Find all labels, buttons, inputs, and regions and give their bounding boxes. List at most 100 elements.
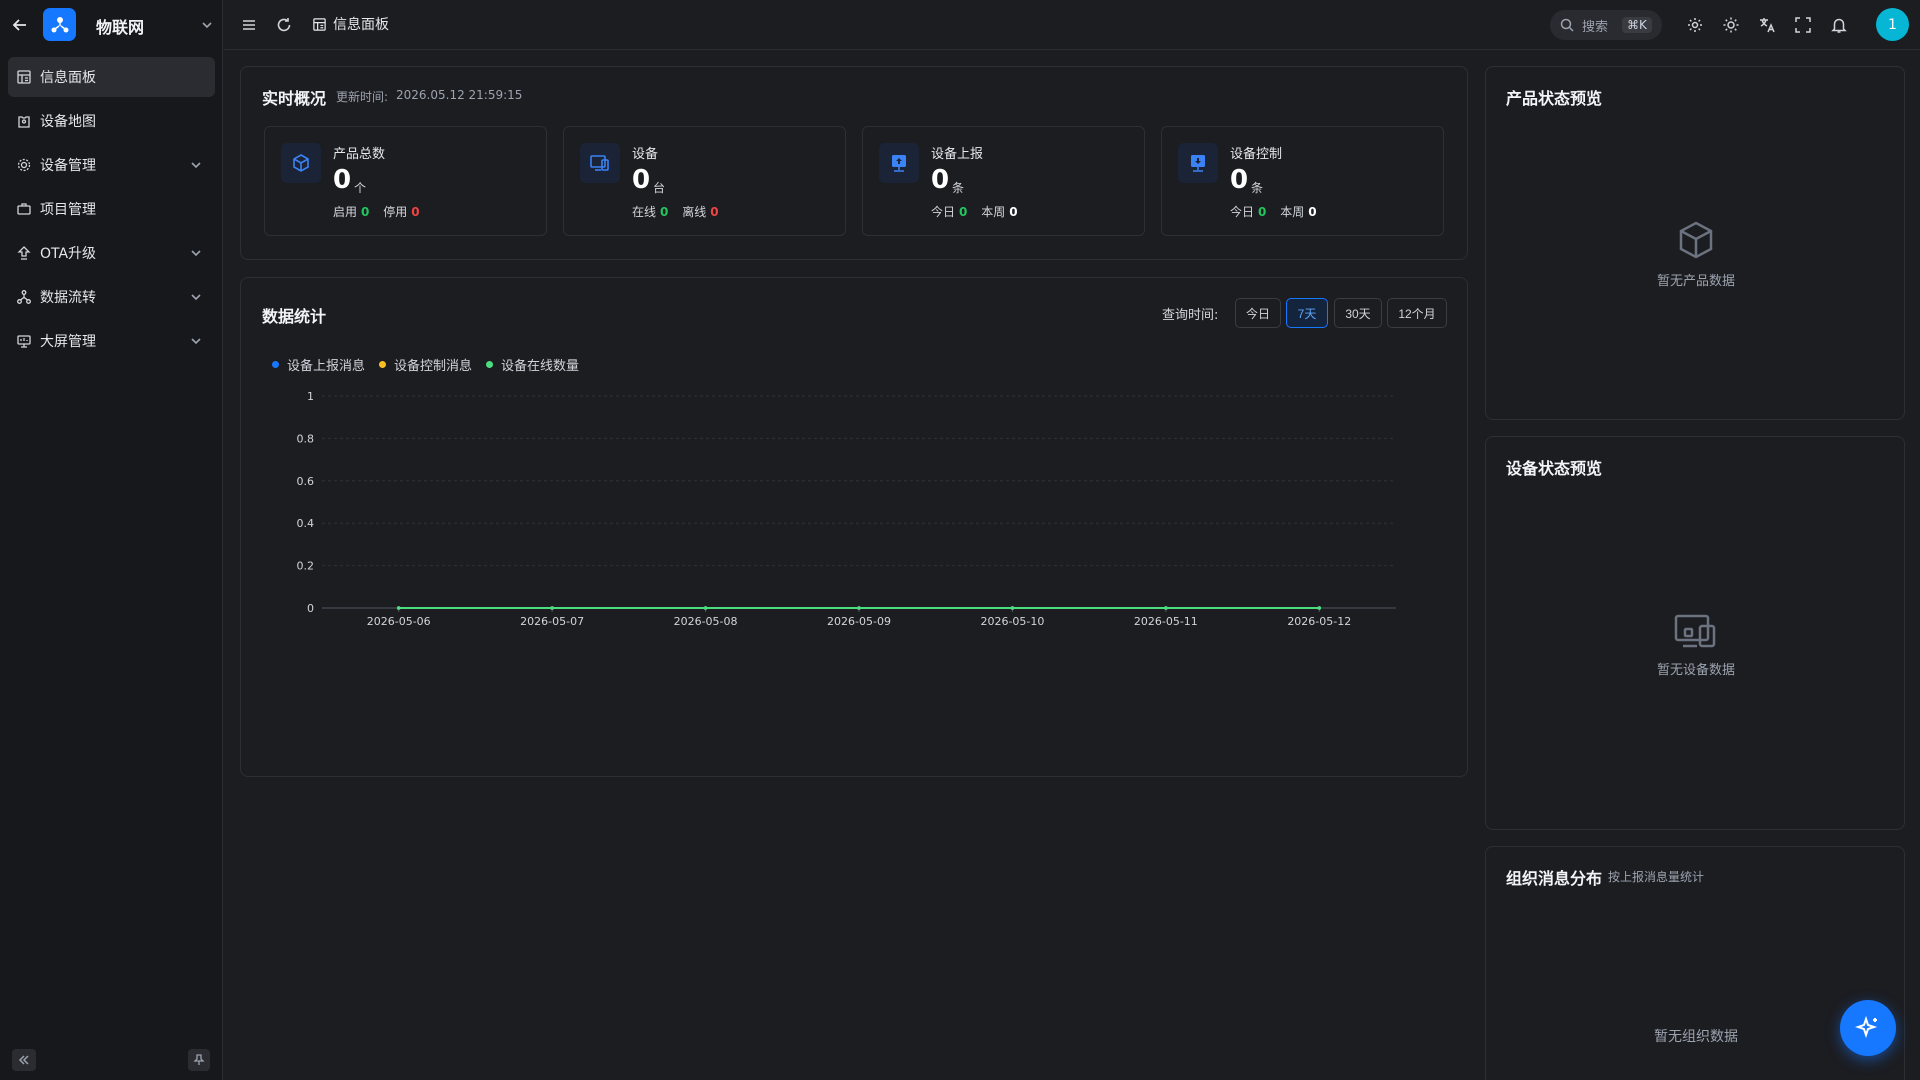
org-empty-text: 暂无组织数据 bbox=[1654, 1029, 1738, 1045]
device-gear-icon bbox=[17, 158, 31, 172]
range-label: 查询时间: bbox=[1162, 308, 1219, 323]
data-stats-title: 数据统计 bbox=[262, 307, 327, 326]
fullscreen-icon[interactable] bbox=[1794, 16, 1812, 34]
stat-sub2-value: 0 bbox=[1009, 205, 1018, 219]
x-tick-label: 2026-05-11 bbox=[1134, 615, 1198, 628]
y-tick-label: 1 bbox=[307, 390, 314, 403]
ai-assistant-button[interactable] bbox=[1840, 1000, 1896, 1056]
legend-item-reports[interactable]: 设备上报消息 bbox=[272, 355, 365, 374]
sidebar-item-device-map[interactable]: 设备地图 bbox=[8, 101, 215, 141]
briefcase-icon bbox=[17, 203, 31, 215]
stat-products[interactable]: 产品总数 0 个 启用 0 停用 0 bbox=[264, 126, 547, 236]
brand: 物联网 bbox=[0, 0, 223, 50]
settings-gear-icon[interactable] bbox=[1686, 16, 1704, 34]
sidebar-item-project-management[interactable]: 项目管理 bbox=[8, 189, 215, 229]
screen-icon bbox=[17, 335, 31, 348]
legend-item-control[interactable]: 设备控制消息 bbox=[379, 355, 472, 374]
sidebar-item-data-flow[interactable]: 数据流转 bbox=[8, 277, 215, 317]
stat-device-control[interactable]: 设备控制 0 条 今日 0 本周 0 bbox=[1161, 126, 1444, 236]
range-12m-button[interactable]: 12个月 bbox=[1387, 298, 1447, 328]
y-tick-label: 0.2 bbox=[297, 560, 315, 573]
breadcrumb: 信息面板 bbox=[312, 14, 389, 34]
legend-label: 设备控制消息 bbox=[394, 359, 473, 374]
sidebar-item-ota[interactable]: OTA升级 bbox=[8, 233, 215, 273]
org-messages-card: 组织消息分布 按上报消息量统计 暂无组织数据 bbox=[1485, 846, 1905, 1080]
stat-unit: 条 bbox=[1251, 181, 1264, 195]
download-icon bbox=[1191, 155, 1205, 172]
range-7d-button[interactable]: 7天 bbox=[1286, 298, 1328, 328]
stat-icon-box bbox=[580, 143, 620, 183]
org-messages-subtitle: 按上报消息量统计 bbox=[1608, 870, 1705, 884]
device-empty-text: 暂无设备数据 bbox=[1656, 663, 1735, 678]
dashboard-icon bbox=[313, 17, 326, 31]
stat-unit: 条 bbox=[952, 181, 965, 195]
stat-sub2-value: 0 bbox=[1308, 205, 1317, 219]
sidebar-item-label: OTA升级 bbox=[40, 246, 97, 262]
series-point-2 bbox=[550, 606, 554, 610]
series-point-2 bbox=[1164, 606, 1168, 610]
stat-sub: 在线 0 离线 0 bbox=[632, 203, 729, 220]
stat-sub2-label: 离线 bbox=[682, 205, 707, 219]
sidebar-item-label: 数据流转 bbox=[40, 290, 96, 306]
stat-unit: 个 bbox=[354, 181, 367, 195]
org-messages-title: 组织消息分布 bbox=[1506, 869, 1603, 888]
back-arrow-icon[interactable] bbox=[10, 15, 30, 35]
series-point-2 bbox=[857, 606, 861, 610]
stat-device-reports[interactable]: 设备上报 0 条 今日 0 本周 0 bbox=[862, 126, 1145, 236]
search-button[interactable]: 搜索 ⌘K bbox=[1550, 10, 1662, 40]
collapse-sidebar-button[interactable] bbox=[12, 1049, 36, 1071]
stat-label: 设备 bbox=[632, 147, 659, 162]
upgrade-icon bbox=[17, 246, 31, 260]
updated-label: 更新时间: bbox=[336, 90, 389, 104]
legend-dot bbox=[272, 361, 279, 368]
bell-icon[interactable] bbox=[1830, 16, 1848, 34]
sun-theme-icon[interactable] bbox=[1722, 16, 1740, 34]
refresh-icon[interactable] bbox=[275, 16, 293, 34]
legend-item-online[interactable]: 设备在线数量 bbox=[486, 355, 579, 374]
stat-sub1-value: 0 bbox=[959, 205, 968, 219]
sidebar-item-label: 项目管理 bbox=[40, 202, 96, 218]
avatar[interactable]: 1 bbox=[1876, 8, 1909, 41]
range-30d-button[interactable]: 30天 bbox=[1334, 298, 1382, 328]
stat-sub1-value: 0 bbox=[361, 205, 370, 219]
y-tick-label: 0.8 bbox=[297, 432, 315, 445]
stat-unit: 台 bbox=[653, 181, 666, 195]
legend-dot bbox=[486, 361, 494, 368]
stat-sub1-label: 启用 bbox=[333, 205, 358, 219]
stat-sub: 启用 0 停用 0 bbox=[333, 203, 430, 220]
series-point-2 bbox=[1010, 606, 1015, 610]
sidebar-item-device-management[interactable]: 设备管理 bbox=[8, 145, 215, 185]
cube-icon bbox=[1679, 221, 1713, 259]
legend-label: 设备上报消息 bbox=[287, 359, 366, 374]
line-chart: 0 0.2 0.4 0.6 0.8 1 2026-05-06 2026-05-07 2026-0… bbox=[297, 390, 1396, 628]
pin-sidebar-button[interactable] bbox=[188, 1049, 210, 1071]
chevron-down-icon[interactable] bbox=[200, 18, 214, 32]
stat-icon-box bbox=[1178, 143, 1218, 183]
translate-icon[interactable] bbox=[1758, 16, 1776, 34]
dashboard-icon bbox=[17, 70, 31, 84]
network-logo-icon bbox=[51, 16, 68, 32]
range-today-button[interactable]: 今日 bbox=[1235, 298, 1281, 328]
chart-legend: 设备上报消息 设备控制消息 设备在线数量 bbox=[272, 355, 593, 374]
updated-time: 2026.05.12 21:59:15 bbox=[396, 88, 523, 102]
sidebar-item-label: 信息面板 bbox=[40, 70, 96, 86]
menu-icon[interactable] bbox=[240, 16, 258, 34]
sidebar-item-dashboard[interactable]: 信息面板 bbox=[8, 57, 215, 97]
stat-sub2-label: 本周 bbox=[1280, 205, 1305, 219]
stat-icon-box bbox=[281, 143, 321, 183]
product-status-card: 产品状态预览 暂无产品数据 bbox=[1485, 66, 1905, 420]
x-tick-label: 2026-05-08 bbox=[674, 615, 738, 628]
cube-icon bbox=[293, 154, 309, 172]
device-empty-state: 暂无设备数据 bbox=[1486, 613, 1906, 678]
overview-title: 实时概况 bbox=[262, 89, 327, 108]
chevron-down-icon bbox=[191, 162, 201, 169]
stat-sub1-label: 在线 bbox=[632, 205, 657, 219]
series-point-2 bbox=[396, 606, 401, 610]
breadcrumb-current: 信息面板 bbox=[333, 17, 389, 33]
stat-devices[interactable]: 设备 0 台 在线 0 离线 0 bbox=[563, 126, 846, 236]
product-status-title: 产品状态预览 bbox=[1506, 89, 1603, 108]
stat-value: 0 bbox=[1230, 165, 1249, 195]
sidebar-item-big-screen[interactable]: 大屏管理 bbox=[8, 321, 215, 361]
devices-icon bbox=[590, 155, 609, 171]
legend-label: 设备在线数量 bbox=[501, 359, 580, 374]
